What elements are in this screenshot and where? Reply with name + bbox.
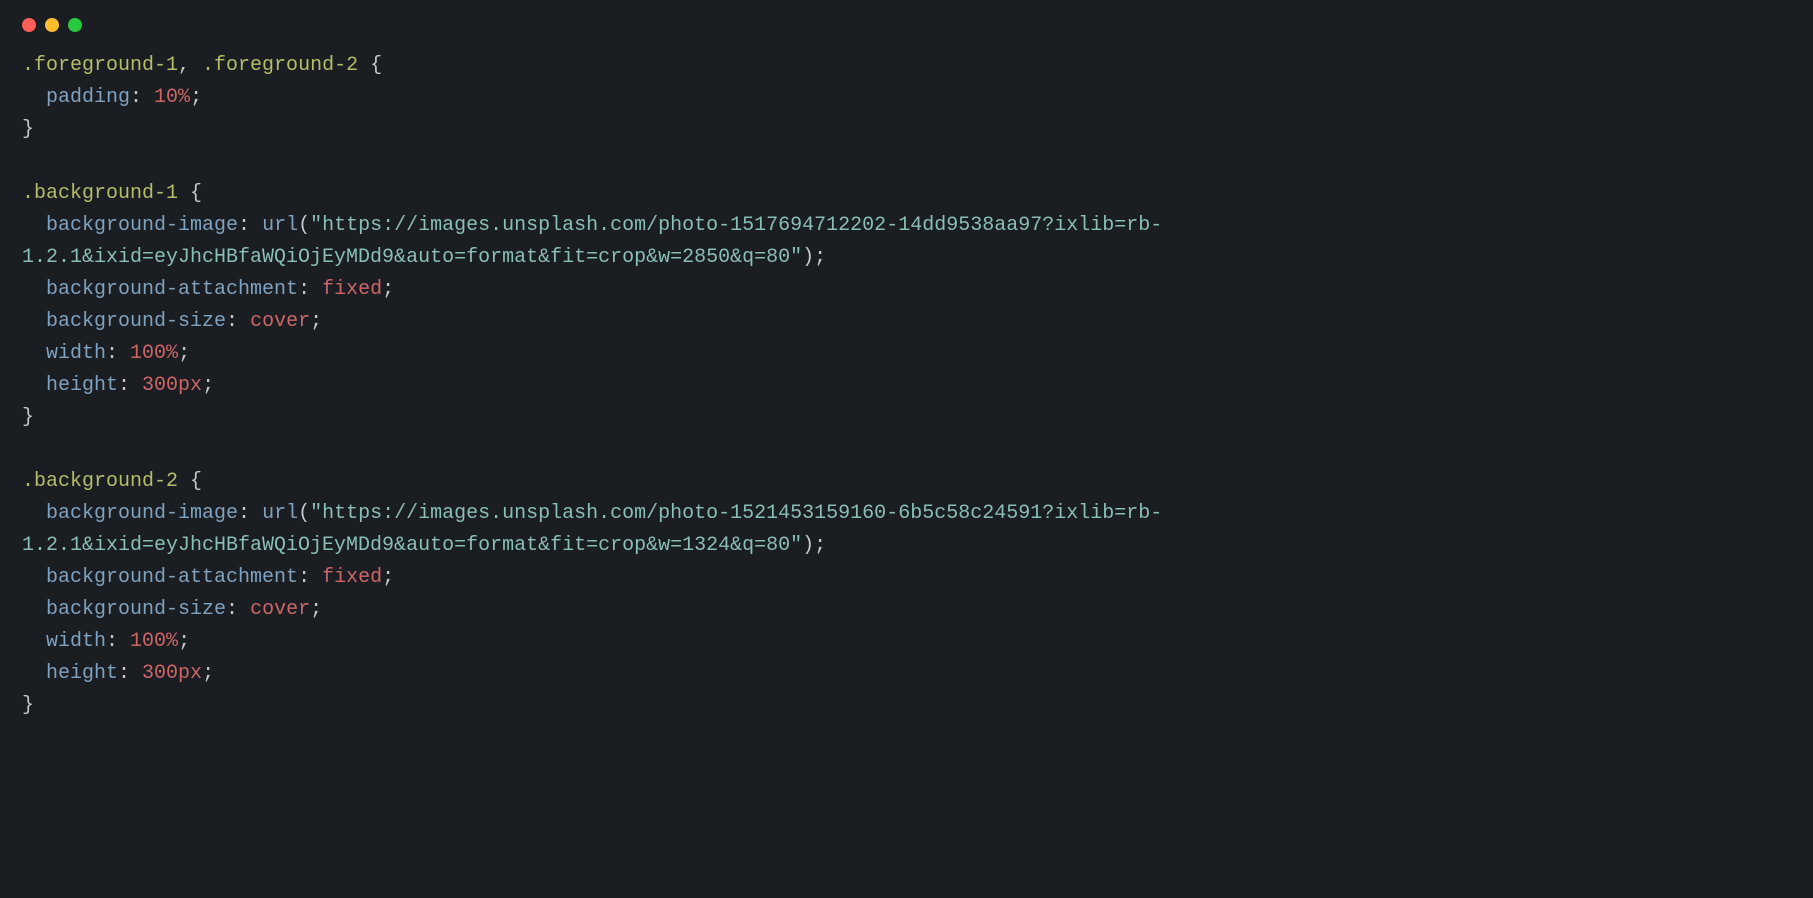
code-line: background-size: cover; [22, 594, 1791, 626]
code-line: width: 100%; [22, 626, 1791, 658]
code-line: height: 300px; [22, 370, 1791, 402]
code-editor[interactable]: .foreground-1, .foreground-2 { padding: … [0, 40, 1813, 744]
css-function: url [262, 214, 298, 237]
css-string: 1.2.1&ixid=eyJhcHBfaWQiOjEyMDd9&auto=for… [22, 534, 802, 557]
css-value: cover [250, 310, 310, 333]
css-value: cover [250, 598, 310, 621]
code-line [22, 434, 1791, 466]
css-property: width [46, 342, 106, 365]
css-property: background-size [46, 310, 226, 333]
code-line: } [22, 402, 1791, 434]
css-property: background-attachment [46, 278, 298, 301]
code-line: 1.2.1&ixid=eyJhcHBfaWQiOjEyMDd9&auto=for… [22, 242, 1791, 274]
css-string: "https://images.unsplash.com/photo-15214… [310, 502, 1162, 525]
css-value: 100% [130, 342, 178, 365]
code-line: background-attachment: fixed; [22, 274, 1791, 306]
css-property: background-image [46, 214, 238, 237]
css-value: 300px [142, 662, 202, 685]
code-window: .foreground-1, .foreground-2 { padding: … [0, 0, 1813, 898]
code-line: background-size: cover; [22, 306, 1791, 338]
css-property: height [46, 662, 118, 685]
code-line: } [22, 114, 1791, 146]
css-selector: .foreground-1 [22, 54, 178, 77]
css-selector: .foreground-2 [202, 54, 358, 77]
css-property: padding [46, 86, 130, 109]
code-line: width: 100%; [22, 338, 1791, 370]
code-line: .background-1 { [22, 178, 1791, 210]
code-line: } [22, 690, 1791, 722]
css-function: url [262, 502, 298, 525]
code-line: height: 300px; [22, 658, 1791, 690]
css-string: "https://images.unsplash.com/photo-15176… [310, 214, 1162, 237]
css-property: height [46, 374, 118, 397]
css-property: background-attachment [46, 566, 298, 589]
css-selector: .background-2 [22, 470, 178, 493]
css-property: background-image [46, 502, 238, 525]
maximize-icon[interactable] [68, 18, 82, 32]
code-line: padding: 10%; [22, 82, 1791, 114]
css-selector: .background-1 [22, 182, 178, 205]
css-value: 10% [154, 86, 190, 109]
code-line: .background-2 { [22, 466, 1791, 498]
css-string: 1.2.1&ixid=eyJhcHBfaWQiOjEyMDd9&auto=for… [22, 246, 802, 269]
css-value: 300px [142, 374, 202, 397]
code-line [22, 146, 1791, 178]
close-icon[interactable] [22, 18, 36, 32]
code-line: background-image: url("https://images.un… [22, 210, 1791, 242]
css-property: width [46, 630, 106, 653]
css-value: fixed [322, 278, 382, 301]
window-titlebar [0, 0, 1813, 40]
code-line: 1.2.1&ixid=eyJhcHBfaWQiOjEyMDd9&auto=for… [22, 530, 1791, 562]
css-value: 100% [130, 630, 178, 653]
code-line: background-attachment: fixed; [22, 562, 1791, 594]
minimize-icon[interactable] [45, 18, 59, 32]
code-line: background-image: url("https://images.un… [22, 498, 1791, 530]
css-value: fixed [322, 566, 382, 589]
css-property: background-size [46, 598, 226, 621]
code-line: .foreground-1, .foreground-2 { [22, 50, 1791, 82]
